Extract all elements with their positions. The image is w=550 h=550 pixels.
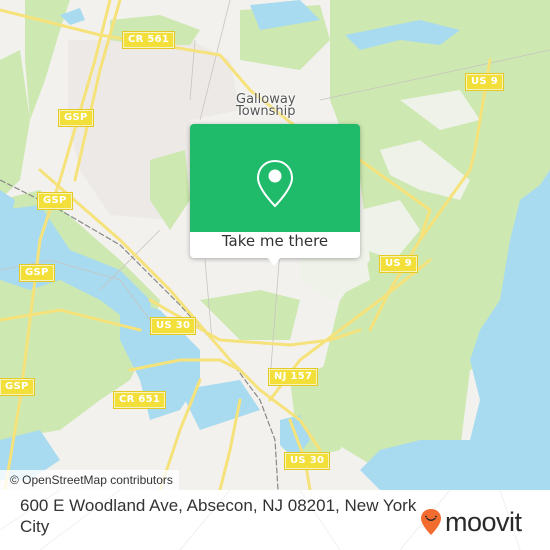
road-shield-gsp: GSP	[59, 110, 93, 126]
road-shield-gsp: GSP	[0, 379, 34, 395]
road-shield-gsp: GSP	[20, 265, 54, 281]
forest-area	[200, 290, 300, 340]
osm-attribution[interactable]: © OpenStreetMap contributors	[0, 470, 179, 490]
popup-header	[190, 124, 360, 232]
address-text: 600 E Woodland Ave, Absecon, NJ 08201, N…	[20, 496, 417, 536]
place-label-galloway-township: Galloway Township	[236, 93, 296, 119]
popup-pointer	[267, 257, 281, 266]
forest-area	[0, 50, 30, 200]
footer: 600 E Woodland Ave, Absecon, NJ 08201, N…	[0, 490, 550, 550]
road-shield-gsp: GSP	[38, 193, 72, 209]
place-label-line: Township	[236, 104, 296, 119]
road-shield-nj157: NJ 157	[269, 369, 318, 385]
moovit-smile-pin-icon	[421, 509, 441, 535]
road-shield-cr651: CR 651	[114, 392, 166, 408]
road-shield-us9-top: US 9	[466, 74, 503, 90]
road-shield-us9-mid: US 9	[380, 256, 417, 272]
take-me-there-button[interactable]: Take me there	[190, 232, 360, 258]
moovit-logo[interactable]: moovit	[420, 508, 522, 536]
moovit-wordmark: moovit	[445, 507, 522, 537]
road-shield-us30: US 30	[151, 318, 196, 334]
map-pin-icon	[256, 159, 294, 208]
location-popup: Take me there	[190, 124, 360, 266]
road-shield-us30: US 30	[285, 453, 330, 469]
map-canvas[interactable]: Galloway Township CR 561 US 9 GSP GSP GS…	[0, 0, 550, 490]
road-shield-cr561: CR 561	[123, 32, 175, 48]
